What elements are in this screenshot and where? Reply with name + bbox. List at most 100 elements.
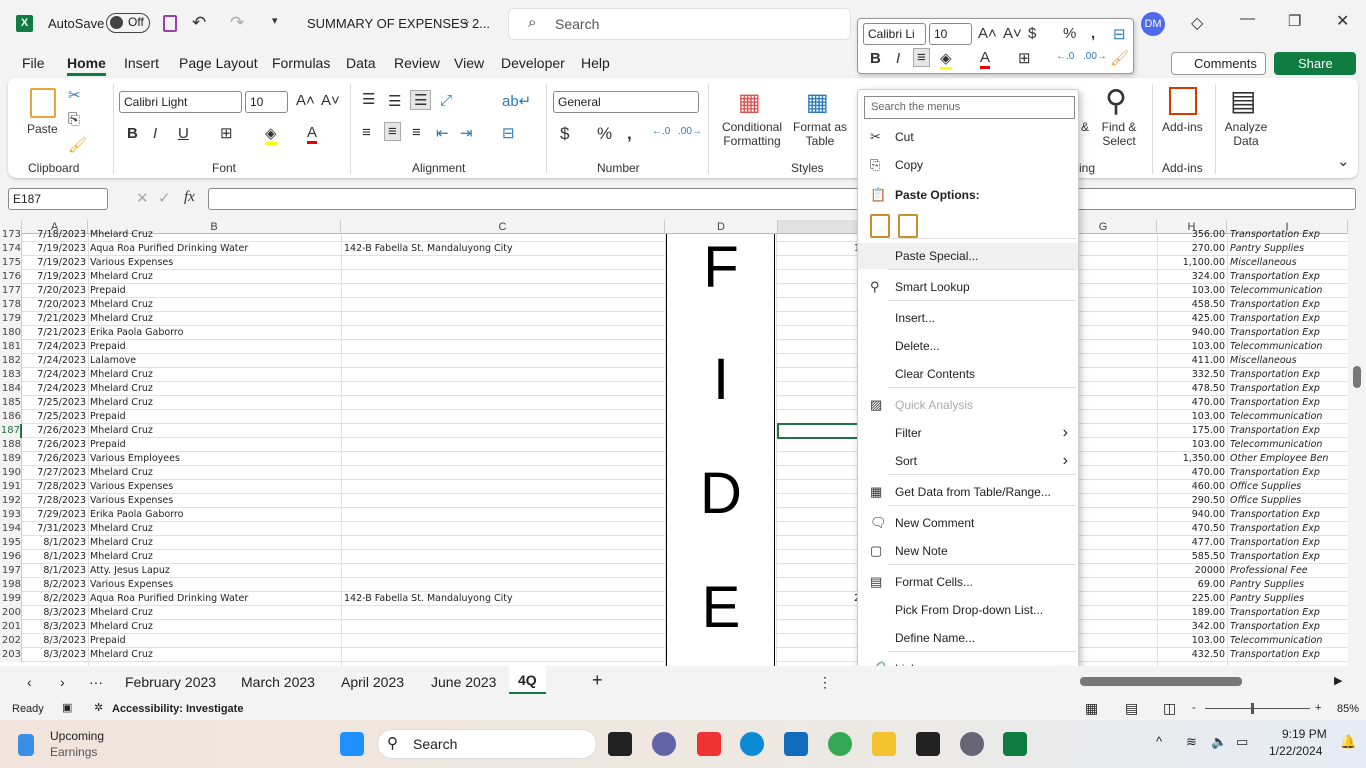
font-name-select[interactable]: Calibri Light [119,91,242,113]
font-color-icon[interactable]: A [307,124,318,144]
tab-splitter-icon[interactable]: ⋮ [818,674,832,691]
tab-page-layout[interactable]: Page Layout [179,55,258,71]
cell-a[interactable]: 8/1/2023 [22,550,86,563]
cell-c[interactable]: 142-B Fabella St. Mandaluyong City [344,592,664,605]
tab-file[interactable]: File [22,55,45,71]
cell-a[interactable]: 7/19/2023 [22,270,86,283]
cell-h[interactable]: 470.00 [1157,466,1225,479]
sheet-tab[interactable]: March 2023 [241,674,315,690]
tray-chevron-icon[interactable]: ^ [1156,734,1162,749]
cell-a[interactable]: 7/18/2023 [22,228,86,241]
selected-cell-e187[interactable] [777,423,859,439]
cell-b[interactable]: Various Expenses [90,494,340,507]
percent-icon[interactable]: % [1063,25,1076,42]
cell-a[interactable]: 7/31/2023 [22,522,86,535]
cell-a[interactable]: 7/19/2023 [22,256,86,269]
clock-date[interactable]: 1/22/2024 [1269,744,1322,758]
increase-indent-icon[interactable]: ⇥ [460,124,473,142]
format-painter-icon[interactable]: 🖌 [1110,49,1129,67]
cell-i[interactable]: Transportation Exp [1230,606,1348,619]
normal-view-icon[interactable]: ▦ [1085,700,1098,717]
menu-search-input[interactable]: Search the menus [864,96,1075,119]
sheet-tab[interactable]: April 2023 [341,674,404,690]
menu-item-cut[interactable]: ✂ Cut [858,124,1078,150]
cell-a[interactable]: 8/1/2023 [22,564,86,577]
increase-font-icon[interactable]: A˄ [978,25,997,42]
copy-icon[interactable]: ⎘ [68,111,80,128]
cell-b[interactable]: Mhelard Cruz [90,396,340,409]
page-layout-view-icon[interactable]: ▤ [1125,700,1138,717]
cell-i[interactable]: Transportation Exp [1230,466,1348,479]
fill-color-icon[interactable]: ◈ [940,49,952,70]
share-button[interactable]: Share [1274,52,1356,75]
save-icon[interactable] [163,15,177,32]
cell-h[interactable]: 470.50 [1157,522,1225,535]
cell-row-number[interactable]: 197 [0,564,22,578]
bold-icon[interactable]: B [870,50,881,67]
cell-row-number[interactable]: 192 [0,494,22,508]
cell-a[interactable]: 7/19/2023 [22,242,86,255]
increase-decimal-icon[interactable]: ←.0 [1056,51,1074,62]
restore-icon[interactable]: ❐ [1288,12,1301,30]
cell-h[interactable]: 470.00 [1157,396,1225,409]
zoom-slider[interactable] [1205,708,1310,709]
minimize-icon[interactable]: — [1240,10,1255,27]
cell-i[interactable]: Miscellaneous [1230,354,1348,367]
cell-h[interactable]: 270.00 [1157,242,1225,255]
cell-i[interactable]: Transportation Exp [1230,648,1348,661]
cell-h[interactable]: 69.00 [1157,578,1225,591]
cell-row-number[interactable]: 179 [0,312,22,326]
cell-row-number[interactable]: 176 [0,270,22,284]
increase-decimal-icon[interactable]: ←.0 [652,126,670,137]
find-select-button[interactable]: Find & Select [1096,120,1142,148]
cell-b[interactable]: Mhelard Cruz [90,368,340,381]
mini-size-select[interactable]: 10 [929,23,972,45]
cell-row-number[interactable]: 185 [0,396,22,410]
menu-item-delete[interactable]: Delete... [858,333,1078,359]
cell-b[interactable]: Mhelard Cruz [90,382,340,395]
menu-item-sort[interactable]: Sort › [858,448,1078,474]
more-sheets-icon[interactable]: ··· [89,674,103,690]
menu-item-paste-special[interactable]: Paste Special... [858,243,1078,269]
cell-a[interactable]: 8/3/2023 [22,606,86,619]
cell-h[interactable]: 103.00 [1157,634,1225,647]
cell-row-number[interactable]: 178 [0,298,22,312]
align-center-icon[interactable]: ≡ [384,122,401,141]
font-size-select[interactable]: 10 [245,91,288,113]
cell-h[interactable]: 103.00 [1157,410,1225,423]
volume-icon[interactable]: 🔈 [1211,734,1227,750]
cell-b[interactable]: Various Expenses [90,256,340,269]
cell-row-number[interactable]: 181 [0,340,22,354]
cell-row-number[interactable]: 186 [0,410,22,424]
cell-b[interactable]: Mhelard Cruz [90,424,340,437]
search-box[interactable]: Search [508,8,851,40]
horizontal-scrollbar-thumb[interactable] [1080,677,1242,686]
comments-button[interactable]: Comments [1171,52,1266,75]
cell-h[interactable]: 477.00 [1157,536,1225,549]
align-left-icon[interactable]: ≡ [362,124,371,141]
spreadsheet-grid[interactable]: A B C D E G H I 1737/18/2023Mhelard Cruz… [0,220,1348,666]
prev-sheet-icon[interactable]: ‹ [27,674,32,690]
format-as-table-icon[interactable]: ▦ [806,88,829,117]
cell-b[interactable]: Erika Paola Gaborro [90,508,340,521]
cell-h[interactable]: 1,350.00 [1157,452,1225,465]
zoom-in-icon[interactable]: + [1315,702,1321,714]
menu-item-copy[interactable]: ⎘ Copy [858,152,1078,178]
cell-row-number[interactable]: 199 [0,592,22,606]
cell-i[interactable]: Telecommunication [1230,438,1348,451]
macro-record-icon[interactable]: ▣ [62,701,72,714]
cell-b[interactable]: Mhelard Cruz [90,228,340,241]
notification-bell-icon[interactable]: 🔔 [1340,734,1356,750]
cell-a[interactable]: 7/24/2023 [22,368,86,381]
cell-i[interactable]: Transportation Exp [1230,536,1348,549]
anydesk-icon[interactable] [697,732,721,756]
cell-a[interactable]: 7/28/2023 [22,494,86,507]
analyze-data-button[interactable]: Analyze Data [1222,120,1270,148]
cell-row-number[interactable]: 190 [0,466,22,480]
cell-row-number[interactable]: 188 [0,438,22,452]
tab-view[interactable]: View [454,55,484,71]
chrome-icon[interactable] [828,732,852,756]
currency-icon[interactable]: $ [560,124,569,144]
cell-h[interactable]: 458.50 [1157,298,1225,311]
cell-i[interactable]: Office Supplies [1230,480,1348,493]
